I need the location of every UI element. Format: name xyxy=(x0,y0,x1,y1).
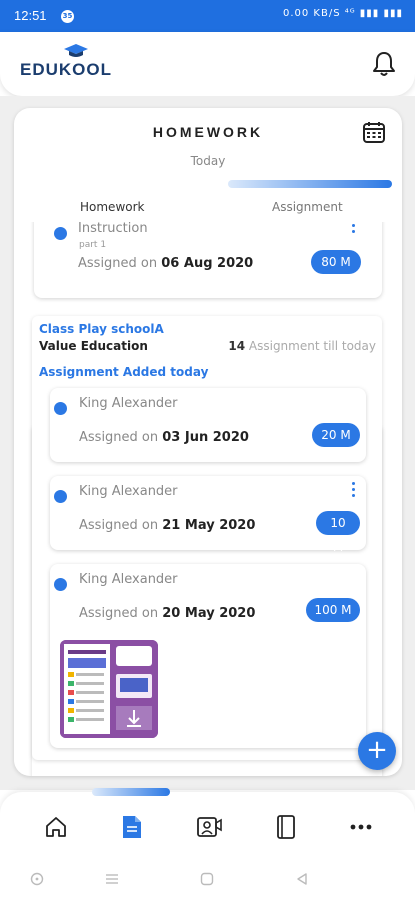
graduation-cap-icon xyxy=(64,44,88,57)
assigned-prefix: Assigned on xyxy=(78,256,158,271)
assigned-date-line: Assigned on 06 Aug 2020 xyxy=(78,256,253,271)
assignment-card[interactable]: King Alexander Assigned on 20 May 2020 1… xyxy=(50,564,366,748)
system-navigation-bar xyxy=(0,860,415,900)
assignment-name: Instruction xyxy=(78,222,148,236)
attachment-thumbnail[interactable] xyxy=(60,640,158,738)
school-name: Class Play schoolA xyxy=(39,322,164,336)
status-dot xyxy=(54,227,67,240)
attachment-preview-image xyxy=(60,640,158,738)
more-options-icon[interactable] xyxy=(350,222,356,236)
video-class-icon[interactable] xyxy=(196,814,222,840)
status-time: 12:51 xyxy=(14,8,47,23)
status-dot xyxy=(54,490,67,503)
book-icon[interactable] xyxy=(273,814,299,840)
home-icon[interactable] xyxy=(43,814,69,840)
calendar-icon[interactable] xyxy=(362,120,386,144)
page-title: HOMEWORK xyxy=(152,124,264,140)
assignment-card[interactable]: Instruction part 1 Assigned on 06 Aug 20… xyxy=(34,222,382,298)
recent-apps-icon[interactable] xyxy=(105,872,119,886)
assignment-card[interactable]: King Alexander Assigned on 03 Jun 2020 2… xyxy=(50,388,366,462)
marks-badge: 10 M xyxy=(316,511,360,554)
more-options-icon[interactable] xyxy=(350,482,356,500)
status-indicators: 0.00 KB/S ⁴ᴳ ▮▮▮ ▮▮▮ xyxy=(282,8,403,19)
assigned-date-line: Assigned on 20 May 2020 xyxy=(79,606,255,621)
assignment-name: King Alexander xyxy=(79,484,178,499)
accessibility-icon[interactable] xyxy=(30,872,44,886)
assigned-date-line: Assigned on 03 Jun 2020 xyxy=(79,430,249,445)
date-label[interactable]: Today xyxy=(14,154,402,168)
app-header: EDUKOOL xyxy=(0,32,415,96)
assignment-count-text: Assignment till today xyxy=(248,339,376,353)
active-tab-indicator xyxy=(228,180,392,188)
assigned-date: 20 May 2020 xyxy=(162,606,256,621)
tab-assignment[interactable]: Assignment xyxy=(272,200,343,214)
assigned-date: 03 Jun 2020 xyxy=(162,430,249,445)
assigned-date: 06 Aug 2020 xyxy=(161,256,254,271)
assigned-date-line: Assigned on 21 May 2020 xyxy=(79,518,255,533)
assignment-card[interactable]: King Alexander Assigned on 21 May 2020 1… xyxy=(50,476,366,554)
assigned-prefix: Assigned on xyxy=(79,606,159,621)
assigned-prefix: Assigned on xyxy=(79,518,159,533)
active-nav-indicator xyxy=(92,788,170,796)
assignment-name: King Alexander xyxy=(79,572,178,587)
assignment-name: King Alexander xyxy=(79,396,178,411)
marks-badge: 20 M xyxy=(312,423,360,447)
tab-homework[interactable]: Homework xyxy=(80,200,144,214)
subject-name: Value Education xyxy=(39,339,148,353)
assignment-count-number: 14 xyxy=(228,339,246,353)
assignment-count: 14 Assignment till today xyxy=(228,339,376,353)
bell-icon[interactable] xyxy=(371,50,397,78)
more-icon[interactable] xyxy=(348,814,374,840)
home-button-icon[interactable] xyxy=(200,872,214,886)
assignment-subtitle: part 1 xyxy=(79,240,107,250)
marks-badge: 80 M xyxy=(311,250,361,274)
edukool-logo: EDUKOOL xyxy=(20,44,112,84)
marks-badge: 100 M xyxy=(306,598,360,622)
assigned-prefix: Assigned on xyxy=(79,430,159,445)
status-dot xyxy=(54,578,67,591)
section-title: Assignment Added today xyxy=(39,365,209,379)
assigned-date: 21 May 2020 xyxy=(162,518,256,533)
status-bar: 12:51 35 0.00 KB/S ⁴ᴳ ▮▮▮ ▮▮▮ xyxy=(0,0,415,32)
status-dot xyxy=(54,402,67,415)
notification-badge: 35 xyxy=(61,10,74,23)
add-assignment-button[interactable]: + xyxy=(358,732,396,770)
document-icon[interactable] xyxy=(119,814,145,840)
class-group-content: Class Play schoolA Value Education 14 As… xyxy=(32,316,382,760)
bottom-navigation xyxy=(0,788,415,860)
back-button-icon[interactable] xyxy=(295,872,309,886)
logo-text: EDUKOOL xyxy=(20,60,112,79)
